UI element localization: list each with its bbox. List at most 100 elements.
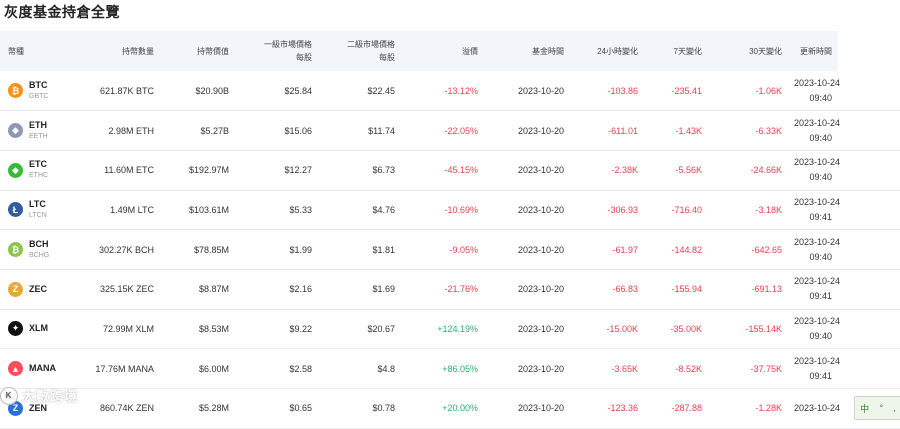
table-row[interactable]: ₿ BTC GBTC 621.87K BTC $20.90B $25.84 $22.45 -1… [0,71,900,111]
change-24h-cell: -15.00K [606,323,638,334]
premium-cell: +20.00% [442,403,478,414]
fund-time-cell: 2023-10-20 [517,363,564,374]
change-30d-cell: -1.06K [755,85,782,96]
header-holdings[interactable]: 持幣數量 [82,31,160,71]
holdings-cell: 860.74K ZEN [99,403,154,414]
secondary-price-cell: $4.76 [372,204,395,215]
premium-cell: -10.69% [444,204,478,215]
holdings-cell: 1.49M LTC [110,204,154,215]
update-time-cell: 2023-10-24 09:40 [788,309,841,349]
primary-price-cell: $5.33 [289,204,312,215]
update-date: 2023-10-24 [794,77,841,88]
header-coin[interactable]: 幣種 [0,31,82,71]
ethereum-classic-icon: ◆ [8,162,23,178]
table-row[interactable]: ₿ BCH BCHG 302.27K BCH $78.85M $1.99 $1.81 -9.0… [0,230,900,270]
secondary-price-cell: $1.69 [372,284,395,295]
ethereum-icon: ◆ [8,123,23,139]
holdings-cell: 621.87K BTC [99,85,154,96]
header-primary-price[interactable]: 一級市場價格 每股 [235,31,318,71]
header-secondary-price[interactable]: 二級市場價格 每股 [318,31,401,71]
table-row[interactable]: Z ZEC 325.15K ZEC $8.87M $2.16 $1.69 -21.76% 20… [0,269,900,310]
coin-cell[interactable]: Ł LTC LTCN [0,190,82,230]
coin-cell[interactable]: ✦ XLM [0,309,82,349]
premium-cell: -22.05% [444,125,478,136]
table-row[interactable]: Ł LTC LTCN 1.49M LTC $103.61M $5.33 $4.76 -10.6… [0,190,900,230]
table-row[interactable]: ▲ MANA 17.76M MANA $6.00M $2.58 $4.8 +86.05% 20… [0,349,900,389]
update-date: 2023-10-24 [794,196,841,207]
holdings-cell: 17.76M MANA [95,363,154,374]
update-date: 2023-10-24 [794,355,841,366]
ime-punctuation-indicator[interactable]: , [893,403,896,413]
secondary-price-cell: $0.78 [372,403,395,414]
update-time-cell: 2023-10-24 09:40 [788,230,840,270]
coin-cell[interactable]: ▲ MANA [0,349,82,389]
header-update-time[interactable]: 更新時間 [788,31,838,71]
premium-cell: +124.19% [437,323,478,334]
coin-cell[interactable]: ◆ ETH EETH [0,111,82,151]
header-change-30d[interactable]: 30天變化 [708,31,788,71]
table-header-row: 幣種 持幣數量 持幣價值 一級市場價格 每股 二級市場價格 每股 溢價 基金時間 2… [0,31,900,71]
table-row[interactable]: ◆ ETC ETHC 11.60M ETC $192.97M $12.27 $6.73 -45… [0,150,900,191]
fund-ticker: EETH [29,132,48,140]
ime-toolbar[interactable]: 中 ° , [854,396,900,420]
update-clock: 09:41 [809,370,832,381]
table-row[interactable]: Z ZEN 860.74K ZEN $5.28M $0.65 $0.78 +20.00% 20… [0,389,900,429]
fund-ticker: BCHG [29,251,50,259]
coin-cell[interactable]: ₿ BTC GBTC [0,71,82,111]
premium-cell: -21.76% [444,284,478,295]
bitcoin-icon: ₿ [8,83,23,99]
header-change-7d[interactable]: 7天變化 [644,31,708,71]
fund-time-cell: 2023-10-20 [517,244,564,255]
coin-cell[interactable]: Z ZEC [0,269,82,309]
fund-time-cell: 2023-10-20 [517,125,564,136]
change-30d-cell: -1.28K [755,403,782,414]
update-time-cell: 2023-10-24 09:40 [788,111,840,151]
update-clock: 09:40 [809,92,832,103]
premium-cell: -13.12% [444,85,478,96]
fund-time-cell: 2023-10-20 [517,403,564,414]
secondary-price-cell: $20.67 [367,323,395,334]
table-row[interactable]: ◆ ETH EETH 2.98M ETH $5.27B $15.06 $11.74 -22.0… [0,111,900,151]
site-watermark: K 大數跨境 [0,386,78,405]
secondary-price-cell: $11.74 [368,125,395,136]
fund-time-cell: 2023-10-20 [517,85,564,96]
primary-price-cell: $2.58 [289,363,312,374]
holdings-cell: 72.99M XLM [102,323,154,334]
update-clock: 09:40 [809,172,832,183]
coin-cell[interactable]: ₿ BCH BCHG [0,230,82,270]
bitcoin-cash-icon: ₿ [8,242,23,258]
header-premium[interactable]: 溢價 [401,31,484,71]
change-30d-cell: -24.66K [750,165,782,176]
change-7d-cell: -8.52K [675,363,702,374]
ime-language-indicator[interactable]: 中 [860,402,869,415]
premium-cell: -9.05% [449,244,478,255]
fund-time-cell: 2023-10-20 [517,165,564,176]
primary-price-cell: $15.06 [284,125,312,136]
fund-ticker: ETHC [29,172,49,180]
update-time-cell: 2023-10-24 09:41 [788,349,841,389]
header-change-24h[interactable]: 24小時變化 [570,31,644,71]
holdings-cell: 302.27K BCH [98,244,154,255]
update-date: 2023-10-24 [794,315,841,326]
change-7d-cell: -144.82 [671,244,702,255]
change-7d-cell: -155.94 [671,284,702,295]
secondary-price-cell: $22.45 [367,85,395,96]
header-fund-time[interactable]: 基金時間 [484,31,570,71]
value-cell: $6.00M [198,363,229,374]
value-cell: $20.90B [195,85,229,96]
premium-cell: -45.15% [444,165,478,176]
change-7d-cell: -5.56K [675,165,702,176]
update-clock: 09:40 [809,251,832,262]
value-cell: $5.28M [198,403,229,414]
coin-symbol: XLM [29,323,48,334]
premium-cell: +86.05% [442,363,478,374]
change-30d-cell: -155.14K [745,323,782,334]
value-cell: $8.87M [198,284,229,295]
secondary-price-cell: $6.73 [372,165,395,176]
table-row[interactable]: ✦ XLM 72.99M XLM $8.53M $9.22 $20.67 +124.19% 2… [0,309,900,349]
ime-width-indicator[interactable]: ° [879,403,883,413]
update-time-cell: 2023-10-24 09:41 [788,190,841,230]
coin-cell[interactable]: ◆ ETC ETHC [0,150,82,190]
fund-ticker: GBTC [29,92,49,100]
header-value[interactable]: 持幣價值 [160,31,235,71]
